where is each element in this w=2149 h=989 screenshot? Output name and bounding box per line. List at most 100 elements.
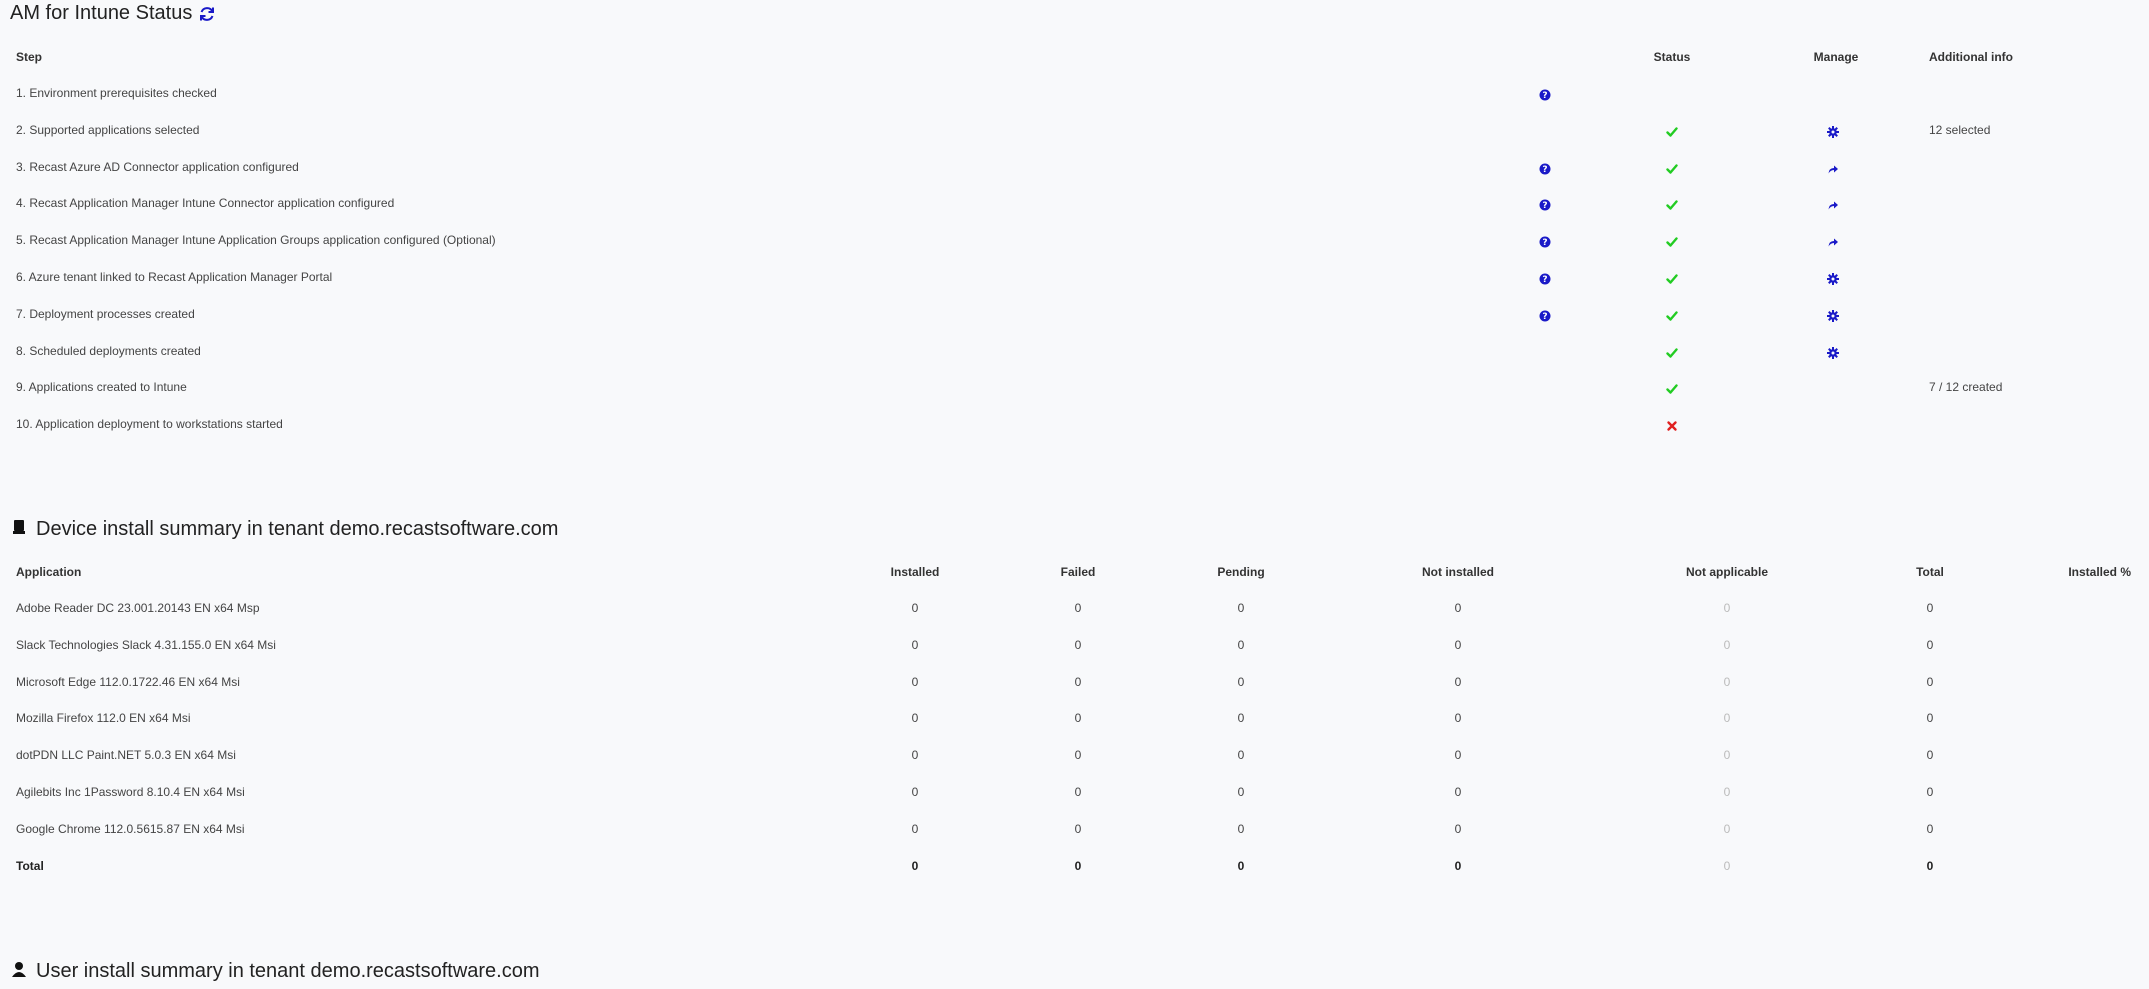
status-check-icon xyxy=(1666,309,1678,327)
cell-total: 0 xyxy=(1926,674,1934,689)
cell-pending: 0 xyxy=(1237,637,1245,652)
column-header-status: Status xyxy=(1653,50,1691,64)
cell-pending: 0 xyxy=(1237,748,1245,763)
cell-not-applicable: 0 xyxy=(1723,748,1731,763)
cell-not-applicable: 0 xyxy=(1723,601,1731,615)
help-icon[interactable]: ? xyxy=(1539,162,1551,180)
cell-installed: 0 xyxy=(911,601,919,615)
step-label: 2. Supported applications selected xyxy=(16,122,200,137)
manage-share-icon[interactable] xyxy=(1827,198,1839,216)
cell-installed: 0 xyxy=(911,821,919,836)
svg-text:?: ? xyxy=(1542,238,1547,248)
status-check-icon xyxy=(1666,235,1678,253)
column-header-application: Application xyxy=(16,565,82,579)
cell-total: 0 xyxy=(1926,821,1934,836)
total-failed: 0 xyxy=(1074,858,1082,873)
help-icon[interactable]: ? xyxy=(1539,235,1551,253)
cell-pending: 0 xyxy=(1237,785,1245,799)
column-header-step: Step xyxy=(16,50,43,64)
manage-gear-icon[interactable] xyxy=(1827,309,1839,327)
manage-gear-icon[interactable] xyxy=(1827,125,1839,143)
additional-info: 7 / 12 created xyxy=(1929,380,2003,395)
cell-failed: 0 xyxy=(1074,821,1082,836)
total-not-installed: 0 xyxy=(1454,858,1462,873)
total-not-applicable: 0 xyxy=(1723,858,1731,873)
cell-installed: 0 xyxy=(911,711,919,726)
cell-installed: 0 xyxy=(911,748,919,763)
status-check-icon xyxy=(1666,346,1678,364)
manage-gear-icon[interactable] xyxy=(1827,346,1839,364)
column-header-failed: Failed xyxy=(1060,565,1096,579)
total-pending: 0 xyxy=(1237,858,1245,873)
status-check-icon xyxy=(1666,125,1678,143)
svg-text:?: ? xyxy=(1542,91,1547,101)
status-check-icon xyxy=(1666,198,1678,216)
column-header-additional-info: Additional info xyxy=(1929,50,2013,64)
cell-app: Slack Technologies Slack 4.31.155.0 EN x… xyxy=(16,637,276,652)
help-icon[interactable]: ? xyxy=(1539,309,1551,327)
svg-text:?: ? xyxy=(1542,275,1547,285)
cell-not-applicable: 0 xyxy=(1723,821,1731,836)
total-app: Total xyxy=(16,858,44,873)
cell-app: Adobe Reader DC 23.001.20143 EN x64 Msp xyxy=(16,601,260,615)
cell-not-installed: 0 xyxy=(1454,601,1462,615)
cell-not-installed: 0 xyxy=(1454,821,1462,836)
help-icon[interactable]: ? xyxy=(1539,88,1551,106)
help-icon[interactable]: ? xyxy=(1539,198,1551,216)
column-header-total: Total xyxy=(1916,565,1944,579)
user-summary-title: User install summary in tenant demo.reca… xyxy=(36,960,540,982)
step-label: 8. Scheduled deployments created xyxy=(16,343,201,358)
cell-failed: 0 xyxy=(1074,711,1082,726)
cell-total: 0 xyxy=(1926,748,1934,763)
cell-not-installed: 0 xyxy=(1454,637,1462,652)
cell-not-installed: 0 xyxy=(1454,674,1462,689)
manage-gear-icon[interactable] xyxy=(1827,272,1839,290)
device-icon xyxy=(12,518,26,541)
user-icon xyxy=(12,960,26,983)
cell-app: Agilebits Inc 1Password 8.10.4 EN x64 Ms… xyxy=(16,785,245,799)
cell-not-installed: 0 xyxy=(1454,748,1462,763)
user-summary-heading: User install summary in tenant demo.reca… xyxy=(12,960,540,983)
cell-failed: 0 xyxy=(1074,748,1082,763)
step-label: 3. Recast Azure AD Connector application… xyxy=(16,159,299,174)
status-cross-icon xyxy=(1666,419,1678,437)
cell-not-applicable: 0 xyxy=(1723,674,1731,689)
status-check-icon xyxy=(1666,162,1678,180)
cell-installed: 0 xyxy=(911,637,919,652)
column-header-installed: Installed xyxy=(890,565,940,579)
status-check-icon xyxy=(1666,382,1678,400)
additional-info: 12 selected xyxy=(1929,122,1991,137)
cell-not-applicable: 0 xyxy=(1723,637,1731,652)
step-label: 6. Azure tenant linked to Recast Applica… xyxy=(16,270,333,284)
page-title-container: AM for Intune Status xyxy=(10,2,216,25)
cell-app: Google Chrome 112.0.5615.87 EN x64 Msi xyxy=(16,821,245,836)
svg-text:?: ? xyxy=(1542,312,1547,322)
svg-text:?: ? xyxy=(1542,202,1547,212)
device-summary-heading: Device install summary in tenant demo.re… xyxy=(12,518,558,541)
cell-pending: 0 xyxy=(1237,674,1245,689)
cell-app: Microsoft Edge 112.0.1722.46 EN x64 Msi xyxy=(16,674,240,689)
refresh-icon[interactable] xyxy=(198,5,216,23)
cell-app: Mozilla Firefox 112.0 EN x64 Msi xyxy=(16,711,191,726)
cell-failed: 0 xyxy=(1074,785,1082,799)
cell-not-applicable: 0 xyxy=(1723,785,1731,799)
manage-share-icon[interactable] xyxy=(1827,162,1839,180)
column-header-manage: Manage xyxy=(1813,50,1859,64)
cell-installed: 0 xyxy=(911,674,919,689)
manage-share-icon[interactable] xyxy=(1827,235,1839,253)
device-summary-title: Device install summary in tenant demo.re… xyxy=(36,518,559,540)
cell-failed: 0 xyxy=(1074,674,1082,689)
cell-pending: 0 xyxy=(1237,601,1245,615)
help-icon[interactable]: ? xyxy=(1539,272,1551,290)
cell-not-installed: 0 xyxy=(1454,785,1462,799)
cell-not-applicable: 0 xyxy=(1723,711,1731,726)
column-header-not-applicable: Not applicable xyxy=(1685,565,1769,579)
cell-total: 0 xyxy=(1926,601,1934,615)
cell-total: 0 xyxy=(1926,711,1934,726)
step-label: 7. Deployment processes created xyxy=(16,306,195,321)
cell-installed: 0 xyxy=(911,785,919,799)
step-label: 4. Recast Application Manager Intune Con… xyxy=(16,196,395,211)
total-total: 0 xyxy=(1926,858,1934,873)
column-header-installed-percent: Installed % xyxy=(2068,565,2131,579)
column-header-pending: Pending xyxy=(1217,565,1265,579)
